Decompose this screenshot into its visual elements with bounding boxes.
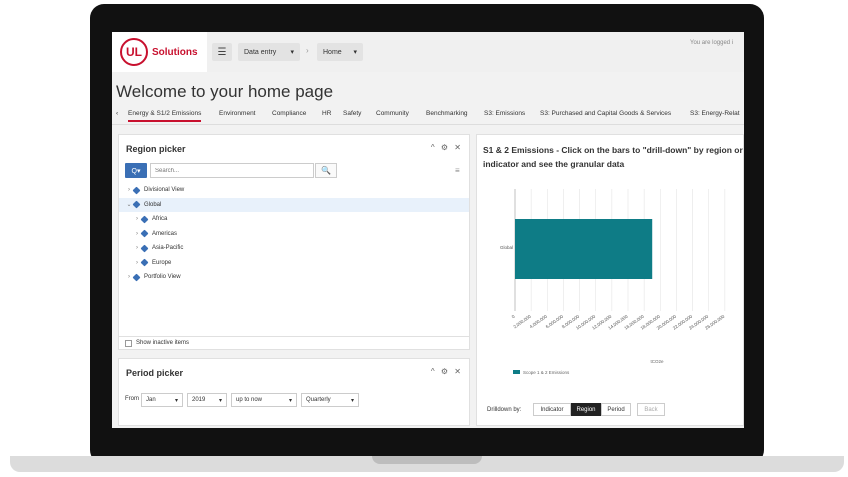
- region-cube-icon: [140, 244, 149, 253]
- logo[interactable]: UL Solutions: [112, 32, 207, 72]
- year-value: 2019: [192, 397, 206, 403]
- region-cube-icon: [132, 273, 141, 282]
- x-axis-label: tCO2e: [650, 359, 664, 364]
- month-select[interactable]: Jan ▾: [141, 393, 183, 407]
- search-mode-button[interactable]: Q▾: [125, 163, 147, 178]
- y-category-label: Global: [500, 245, 513, 250]
- tab-community[interactable]: Community: [376, 110, 409, 117]
- month-value: Jan: [146, 397, 156, 403]
- back-button[interactable]: Back: [637, 403, 665, 416]
- tree-item[interactable]: › Africa: [119, 212, 469, 227]
- top-bar: UL Solutions ☰ Data entry ▾ › Home ▾ You…: [112, 32, 744, 72]
- tree-item-label: Africa: [152, 216, 168, 223]
- range-value: up to now: [236, 397, 263, 403]
- screen: UL Solutions ☰ Data entry ▾ › Home ▾ You…: [112, 32, 744, 428]
- drill-period-button[interactable]: Period: [601, 403, 631, 416]
- granularity-value: Quarterly: [306, 397, 331, 403]
- data-entry-dropdown[interactable]: Data entry ▾: [238, 43, 300, 61]
- year-select[interactable]: 2019 ▾: [187, 393, 227, 407]
- tree-item-label: Europe: [152, 259, 172, 266]
- tree-item-label: Global: [144, 201, 162, 208]
- chevron-down-icon: ▾: [218, 397, 222, 404]
- legend-swatch[interactable]: [513, 370, 520, 374]
- tree-item[interactable]: › Portfolio View: [119, 270, 469, 285]
- panel-tools-icons[interactable]: ^ ⚙ ✕: [431, 143, 463, 152]
- page-title: Welcome to your home page: [116, 82, 334, 101]
- range-select[interactable]: up to now ▾: [231, 393, 297, 407]
- region-tree: › Divisional View ⌄ Global › Africa › Americas ›…: [119, 183, 469, 285]
- bar-global[interactable]: [515, 219, 653, 279]
- tab-prev-icon[interactable]: ‹: [116, 110, 118, 117]
- ul-logo-icon: UL: [120, 38, 148, 66]
- tree-item-label: Asia-Pacific: [152, 245, 184, 252]
- tab-compliance[interactable]: Compliance: [272, 110, 306, 117]
- region-picker-title: Region picker: [126, 144, 186, 154]
- chevron-down-icon: ▾: [350, 397, 354, 404]
- x-tick-label: 0: [511, 313, 516, 319]
- legend-label[interactable]: Scope 1 & 2 Emissions: [523, 370, 570, 375]
- tab-safety[interactable]: Safety: [343, 110, 361, 117]
- tree-item[interactable]: ⌄ Global: [119, 197, 469, 212]
- breadcrumb-separator: ›: [306, 46, 309, 55]
- region-cube-icon: [140, 215, 149, 224]
- tab-energy-s12[interactable]: Energy & S1/2 Emissions: [128, 110, 202, 122]
- chevron-down-icon: ▾: [174, 397, 178, 404]
- tree-item-label: Divisional View: [144, 187, 185, 194]
- laptop-notch: [372, 456, 482, 464]
- period-picker-panel: Period picker ^ ⚙ ✕ From Jan ▾ 2019 ▾ up t…: [118, 358, 470, 426]
- show-inactive-checkbox[interactable]: [125, 339, 132, 347]
- chevron-down-icon: ▾: [353, 49, 357, 56]
- from-label: From: [125, 396, 139, 402]
- drill-region-button[interactable]: Region: [571, 403, 601, 416]
- tree-item[interactable]: › Divisional View: [119, 183, 469, 198]
- region-picker-panel: Region picker ^ ⚙ ✕ Q▾ 🔍 ≡ ›Divisional V…: [118, 134, 470, 350]
- tab-benchmarking[interactable]: Benchmarking: [426, 110, 468, 117]
- tab-s3-energy[interactable]: S3: Energy-Relat: [690, 110, 740, 117]
- region-cube-icon: [140, 229, 149, 238]
- data-entry-label: Data entry: [244, 48, 277, 56]
- tree-item-label: Americas: [152, 230, 178, 237]
- tree-item[interactable]: › Americas: [119, 227, 469, 242]
- show-inactive-row[interactable]: Show inactive items: [119, 336, 469, 349]
- search-row: Q▾ 🔍 ≡: [125, 163, 465, 179]
- tree-item-label: Portfolio View: [144, 274, 181, 281]
- region-cube-icon: [132, 186, 141, 195]
- emissions-chart-panel: S1 & 2 Emissions - Click on the bars to …: [476, 134, 744, 426]
- chart-title: S1 & 2 Emissions - Click on the bars to …: [483, 145, 743, 169]
- drilldown-label: Drilldown by:: [487, 407, 522, 413]
- logo-text: Solutions: [152, 46, 198, 58]
- chevron-down-icon: ▾: [290, 49, 294, 56]
- tab-s3-emissions[interactable]: S3: Emissions: [484, 110, 525, 117]
- tab-s3-purchased[interactable]: S3: Purchased and Capital Goods & Servic…: [540, 110, 671, 117]
- chevron-down-icon: ▾: [288, 397, 292, 404]
- region-cube-icon: [140, 258, 149, 267]
- home-dropdown[interactable]: Home ▾: [317, 43, 363, 61]
- show-inactive-label: Show inactive items: [136, 340, 190, 346]
- granularity-select[interactable]: Quarterly ▾: [301, 393, 359, 407]
- tab-environment[interactable]: Environment: [219, 110, 256, 117]
- hamburger-icon[interactable]: ☰: [212, 43, 232, 61]
- tree-item[interactable]: › Europe: [119, 256, 469, 271]
- emissions-bar-chart[interactable]: 02,000,0004,000,0006,000,0008,000,00010,…: [483, 181, 744, 381]
- home-label: Home: [323, 48, 342, 56]
- tab-bar: ‹ Energy & S1/2 Emissions Environment Co…: [112, 108, 744, 124]
- tab-hr[interactable]: HR: [322, 110, 331, 117]
- logged-in-status: You are logged i: [690, 40, 734, 46]
- period-picker-title: Period picker: [126, 368, 184, 378]
- region-cube-icon: [132, 200, 141, 209]
- search-input[interactable]: [150, 163, 314, 178]
- list-icon[interactable]: ≡: [455, 166, 460, 175]
- search-icon[interactable]: 🔍: [315, 163, 337, 178]
- tree-item[interactable]: › Asia-Pacific: [119, 241, 469, 256]
- drill-indicator-button[interactable]: Indicator: [533, 403, 571, 416]
- tab-divider: [112, 124, 744, 125]
- panel-tools-icons[interactable]: ^ ⚙ ✕: [431, 367, 463, 376]
